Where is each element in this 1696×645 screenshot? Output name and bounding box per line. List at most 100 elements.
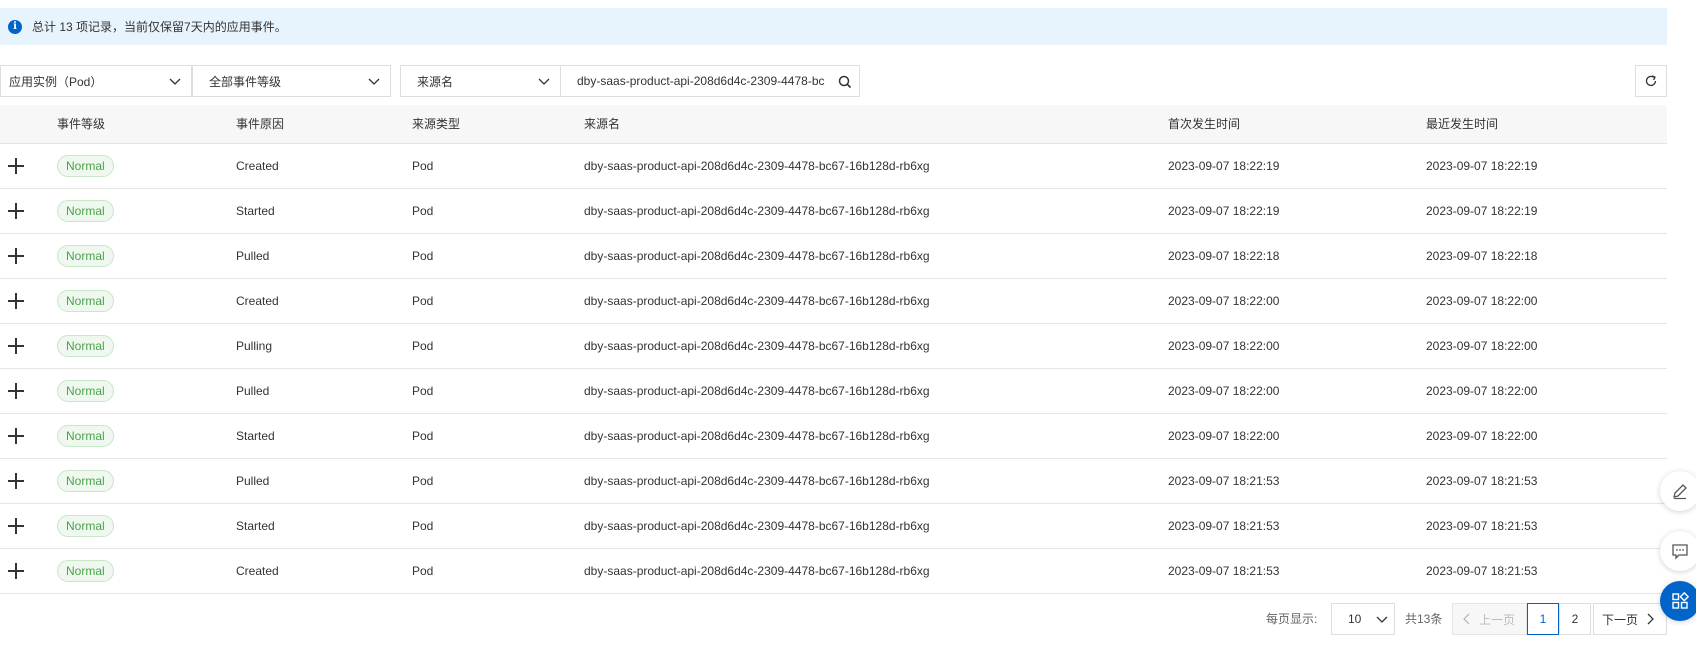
apps-float-button[interactable]	[1660, 581, 1696, 621]
event-reason: Created	[236, 159, 279, 173]
status-badge: Normal	[57, 515, 114, 537]
source-type: Pod	[412, 474, 434, 488]
expand-plus-icon[interactable]	[8, 293, 24, 309]
expand-plus-icon[interactable]	[8, 428, 24, 444]
source-name: dby-saas-product-api-208d6d4c-2309-4478-…	[584, 249, 930, 263]
total-count: 共13条	[1405, 612, 1443, 626]
table-row: Normal Created Pod dby-saas-product-api-…	[0, 549, 1667, 594]
last-time: 2023-09-07 18:21:53	[1426, 474, 1538, 488]
instance-type-select[interactable]: 应用实例（Pod）	[0, 65, 192, 97]
source-name: dby-saas-product-api-208d6d4c-2309-4478-…	[584, 384, 930, 398]
source-type: Pod	[412, 294, 434, 308]
table-row: Normal Pulled Pod dby-saas-product-api-2…	[0, 234, 1667, 279]
source-name: dby-saas-product-api-208d6d4c-2309-4478-…	[584, 294, 930, 308]
next-page-label: 下一页	[1602, 612, 1639, 627]
header-source-name: 来源名	[584, 117, 621, 131]
status-badge: Normal	[57, 470, 114, 492]
source-type: Pod	[412, 204, 434, 218]
table-row: Normal Created Pod dby-saas-product-api-…	[0, 144, 1667, 189]
page-size-select[interactable]: 10	[1331, 603, 1395, 635]
expand-plus-icon[interactable]	[8, 203, 24, 219]
search-input[interactable]: dby-saas-product-api-208d6d4c-2309-4478-…	[561, 65, 860, 97]
source-type: Pod	[412, 519, 434, 533]
refresh-icon	[1645, 75, 1657, 87]
event-level-value: 全部事件等级	[209, 74, 282, 89]
last-time: 2023-09-07 18:21:53	[1426, 519, 1538, 533]
table-row: Normal Created Pod dby-saas-product-api-…	[0, 279, 1667, 324]
last-time: 2023-09-07 18:22:00	[1426, 294, 1538, 308]
search-value: dby-saas-product-api-208d6d4c-2309-4478-…	[577, 74, 825, 88]
info-banner: i 总计 13 项记录，当前仅保留7天内的应用事件。	[0, 8, 1667, 45]
apps-icon	[1672, 592, 1689, 609]
status-badge: Normal	[57, 560, 114, 582]
expand-plus-icon[interactable]	[8, 248, 24, 264]
header-event-reason: 事件原因	[236, 117, 285, 131]
event-reason: Started	[236, 204, 275, 218]
expand-plus-icon[interactable]	[8, 158, 24, 174]
header-first-time: 首次发生时间	[1168, 117, 1241, 131]
header-event-level: 事件等级	[57, 117, 106, 131]
table-row: Normal Started Pod dby-saas-product-api-…	[0, 414, 1667, 459]
chevron-down-icon	[169, 78, 181, 85]
last-time: 2023-09-07 18:22:00	[1426, 429, 1538, 443]
first-time: 2023-09-07 18:22:00	[1168, 429, 1280, 443]
source-field-select[interactable]: 来源名	[400, 65, 561, 97]
status-badge: Normal	[57, 290, 114, 312]
prev-page-label: 上一页	[1479, 612, 1516, 627]
last-time: 2023-09-07 18:22:19	[1426, 204, 1538, 218]
chevron-down-icon	[538, 78, 550, 85]
status-badge: Normal	[57, 380, 114, 402]
prev-page-button[interactable]: 上一页	[1452, 603, 1527, 635]
last-time: 2023-09-07 18:22:00	[1426, 339, 1538, 353]
feedback-icon	[1672, 544, 1688, 560]
source-field-value: 来源名	[417, 74, 454, 89]
page-button-1[interactable]: 1	[1527, 603, 1559, 635]
source-name: dby-saas-product-api-208d6d4c-2309-4478-…	[584, 339, 930, 353]
table-header: 事件等级 事件原因 来源类型 来源名 首次发生时间 最近发生时间	[0, 105, 1667, 144]
first-time: 2023-09-07 18:21:53	[1168, 564, 1280, 578]
page-button-2[interactable]: 2	[1559, 603, 1591, 635]
status-badge: Normal	[57, 245, 114, 267]
source-type: Pod	[412, 564, 434, 578]
event-reason: Created	[236, 564, 279, 578]
source-name: dby-saas-product-api-208d6d4c-2309-4478-…	[584, 474, 930, 488]
table-row: Normal Started Pod dby-saas-product-api-…	[0, 504, 1667, 549]
first-time: 2023-09-07 18:22:18	[1168, 249, 1280, 263]
status-badge: Normal	[57, 155, 114, 177]
feedback-float-button[interactable]	[1660, 531, 1696, 571]
first-time: 2023-09-07 18:21:53	[1168, 519, 1280, 533]
expand-plus-icon[interactable]	[8, 338, 24, 354]
source-name: dby-saas-product-api-208d6d4c-2309-4478-…	[584, 429, 930, 443]
refresh-button[interactable]	[1635, 65, 1667, 97]
table-row: Normal Pulled Pod dby-saas-product-api-2…	[0, 369, 1667, 414]
first-time: 2023-09-07 18:22:19	[1168, 204, 1280, 218]
events-table: 事件等级 事件原因 来源类型 来源名 首次发生时间 最近发生时间 Normal …	[0, 105, 1667, 594]
first-time: 2023-09-07 18:22:00	[1168, 339, 1280, 353]
header-source-type: 来源类型	[412, 117, 461, 131]
event-reason: Started	[236, 429, 275, 443]
expand-plus-icon[interactable]	[8, 563, 24, 579]
first-time: 2023-09-07 18:22:00	[1168, 384, 1280, 398]
instance-type-value: 应用实例（Pod）	[9, 74, 103, 89]
table-row: Normal Pulled Pod dby-saas-product-api-2…	[0, 459, 1667, 504]
next-page-button[interactable]: 下一页	[1593, 603, 1667, 635]
event-reason: Pulled	[236, 474, 270, 488]
expand-plus-icon[interactable]	[8, 383, 24, 399]
event-reason: Started	[236, 519, 275, 533]
last-time: 2023-09-07 18:22:00	[1426, 384, 1538, 398]
edit-float-button[interactable]	[1660, 471, 1696, 511]
event-level-select[interactable]: 全部事件等级	[192, 65, 391, 97]
page-size-value: 10	[1348, 612, 1362, 626]
source-name: dby-saas-product-api-208d6d4c-2309-4478-…	[584, 519, 930, 533]
event-reason: Pulling	[236, 339, 273, 353]
source-type: Pod	[412, 249, 434, 263]
expand-plus-icon[interactable]	[8, 473, 24, 489]
expand-plus-icon[interactable]	[8, 518, 24, 534]
status-badge: Normal	[57, 200, 114, 222]
search-icon[interactable]	[837, 74, 853, 90]
chevron-right-icon	[1647, 613, 1654, 625]
event-reason: Pulled	[236, 249, 270, 263]
header-last-time: 最近发生时间	[1426, 117, 1499, 131]
edit-icon	[1673, 484, 1687, 500]
pagination: 每页显示: 10 共13条 上一页 1 2 下一页	[0, 603, 1696, 635]
